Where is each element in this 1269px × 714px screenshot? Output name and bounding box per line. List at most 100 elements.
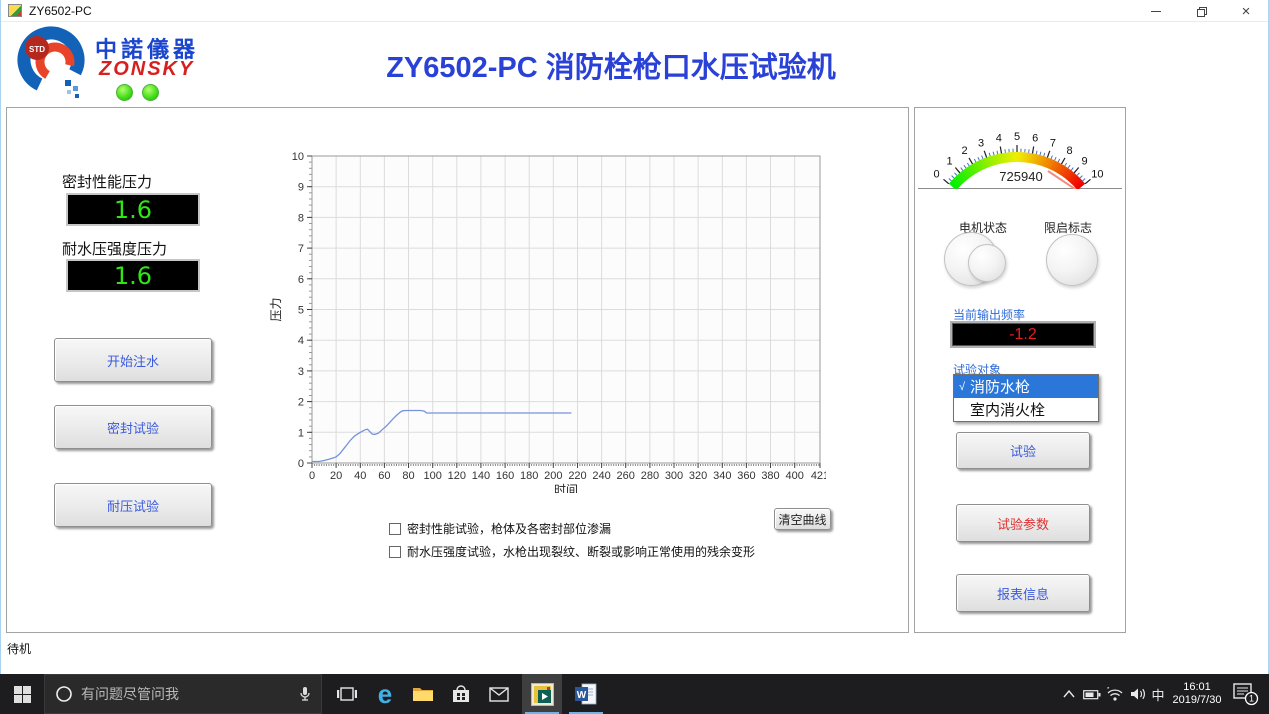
taskbar-clock[interactable]: 16:01 2019/7/30 bbox=[1168, 674, 1226, 714]
start-water-button[interactable]: 开始注水 bbox=[54, 338, 212, 382]
strength-pressure-value: 1.6 bbox=[114, 262, 152, 290]
svg-text:0: 0 bbox=[934, 169, 940, 181]
test-button[interactable]: 试验 bbox=[956, 432, 1090, 469]
strength-result-label: 耐水压强度试验，水枪出现裂纹、断裂或影响正常使用的残余变形 bbox=[407, 543, 755, 560]
company-logo: STD 中諾儀器 ZONSKY bbox=[9, 24, 249, 104]
svg-text:2: 2 bbox=[961, 145, 967, 157]
svg-text:400: 400 bbox=[786, 470, 804, 482]
tray-expand-button[interactable] bbox=[1058, 674, 1080, 714]
svg-text:4: 4 bbox=[298, 335, 304, 347]
svg-text:1: 1 bbox=[1249, 694, 1254, 704]
report-info-button[interactable]: 报表信息 bbox=[956, 574, 1090, 612]
svg-text:5: 5 bbox=[1014, 131, 1020, 143]
svg-text:0: 0 bbox=[298, 458, 304, 470]
status-text: 待机 bbox=[7, 640, 31, 657]
title-bar[interactable]: ZY6502-PC × bbox=[1, 0, 1268, 22]
main-panel: 密封性能压力 1.6 耐水压强度压力 1.6 开始注水 密封试验 耐压试验 02… bbox=[6, 107, 909, 633]
ime-indicator[interactable]: 中 bbox=[1148, 674, 1168, 714]
svg-text:9: 9 bbox=[1081, 156, 1087, 168]
svg-text:300: 300 bbox=[665, 470, 683, 482]
seal-result-checkbox[interactable] bbox=[389, 523, 401, 535]
svg-text:40: 40 bbox=[354, 470, 366, 482]
battery-icon bbox=[1083, 689, 1101, 700]
svg-text:160: 160 bbox=[496, 470, 514, 482]
action-center-icon: 1 bbox=[1233, 682, 1259, 706]
volume-tray-button[interactable] bbox=[1126, 674, 1150, 714]
search-placeholder: 有问题尽管问我 bbox=[81, 684, 179, 704]
svg-text:320: 320 bbox=[689, 470, 707, 482]
window-title: ZY6502-PC bbox=[29, 4, 92, 18]
folder-icon bbox=[412, 685, 434, 703]
test-parameters-button[interactable]: 试验参数 bbox=[956, 504, 1090, 542]
limit-flag-led bbox=[1046, 234, 1098, 286]
output-frequency-value: -1.2 bbox=[1009, 326, 1037, 344]
dropdown-option-fire-nozzle[interactable]: √ 消防水枪 bbox=[954, 375, 1098, 398]
word-icon: W bbox=[575, 683, 597, 705]
svg-text:W: W bbox=[577, 690, 587, 701]
action-center-button[interactable]: 1 bbox=[1228, 674, 1264, 714]
mail-icon bbox=[489, 687, 509, 702]
svg-text:120: 120 bbox=[448, 470, 466, 482]
svg-text:140: 140 bbox=[472, 470, 490, 482]
svg-text:压力: 压力 bbox=[269, 297, 283, 321]
svg-text:4: 4 bbox=[996, 133, 1002, 145]
svg-text:180: 180 bbox=[520, 470, 538, 482]
svg-text:260: 260 bbox=[617, 470, 635, 482]
strength-pressure-label: 耐水压强度压力 bbox=[62, 238, 167, 259]
cortana-icon bbox=[55, 685, 73, 703]
svg-text:240: 240 bbox=[592, 470, 610, 482]
svg-text:1: 1 bbox=[946, 156, 952, 168]
svg-text:360: 360 bbox=[737, 470, 755, 482]
taskbar-search-box[interactable]: 有问题尽管问我 bbox=[44, 674, 322, 714]
task-view-button[interactable] bbox=[328, 674, 366, 714]
restore-icon bbox=[1197, 7, 1206, 16]
clear-curve-button[interactable]: 清空曲线 bbox=[774, 508, 831, 530]
restore-button[interactable] bbox=[1179, 0, 1223, 22]
svg-text:8: 8 bbox=[298, 212, 304, 224]
svg-text:100: 100 bbox=[424, 470, 442, 482]
wifi-icon: * bbox=[1106, 687, 1124, 701]
seal-pressure-display: 1.6 bbox=[66, 193, 200, 226]
svg-text:725940: 725940 bbox=[999, 169, 1042, 184]
strength-result-checkbox[interactable] bbox=[389, 546, 401, 558]
clock-time: 16:01 bbox=[1183, 681, 1211, 694]
checkmark-icon: √ bbox=[954, 381, 970, 393]
svg-text:6: 6 bbox=[1032, 133, 1038, 145]
file-explorer-button[interactable] bbox=[404, 674, 442, 714]
store-icon bbox=[451, 684, 471, 704]
close-button[interactable]: × bbox=[1224, 0, 1268, 22]
svg-text:340: 340 bbox=[713, 470, 731, 482]
pressure-test-button[interactable]: 耐压试验 bbox=[54, 483, 212, 527]
app-icon bbox=[8, 4, 22, 17]
battery-tray-button[interactable] bbox=[1080, 674, 1104, 714]
edge-icon: e bbox=[378, 681, 392, 707]
wifi-tray-button[interactable]: * bbox=[1104, 674, 1126, 714]
svg-text:280: 280 bbox=[641, 470, 659, 482]
seal-test-button[interactable]: 密封试验 bbox=[54, 405, 212, 449]
strength-pressure-display: 1.6 bbox=[66, 259, 200, 292]
motor-status-led-inner bbox=[968, 244, 1006, 282]
zy6502-app-button[interactable] bbox=[522, 674, 562, 714]
dropdown-option-indoor-hydrant[interactable]: 室内消火栓 bbox=[954, 398, 1098, 421]
svg-text:380: 380 bbox=[761, 470, 779, 482]
app-window: ZY6502-PC × STD 中諾儀器 ZONSKY ZY6502-PC 消防… bbox=[0, 0, 1269, 674]
store-button[interactable] bbox=[442, 674, 480, 714]
windows-logo-icon bbox=[14, 686, 31, 703]
svg-text:10: 10 bbox=[292, 151, 304, 163]
logo-swirl-icon: STD bbox=[9, 24, 93, 104]
svg-text:9: 9 bbox=[298, 182, 304, 194]
microphone-icon[interactable] bbox=[299, 686, 311, 702]
word-button[interactable]: W bbox=[566, 674, 606, 714]
pressure-gauge: 012345678910725940 bbox=[918, 111, 1122, 189]
svg-text:7: 7 bbox=[1050, 137, 1056, 149]
svg-text:220: 220 bbox=[568, 470, 586, 482]
svg-text:0: 0 bbox=[309, 470, 315, 482]
mail-button[interactable] bbox=[480, 674, 518, 714]
svg-text:时间: 时间 bbox=[554, 483, 578, 493]
minimize-button[interactable] bbox=[1134, 0, 1178, 22]
logo-english-name: ZONSKY bbox=[99, 58, 194, 81]
svg-text:10: 10 bbox=[1091, 169, 1103, 181]
start-button[interactable] bbox=[0, 674, 44, 714]
edge-browser-button[interactable]: e bbox=[366, 674, 404, 714]
pressure-time-chart: 0204060801001201401601802002202402602803… bbox=[266, 141, 826, 493]
